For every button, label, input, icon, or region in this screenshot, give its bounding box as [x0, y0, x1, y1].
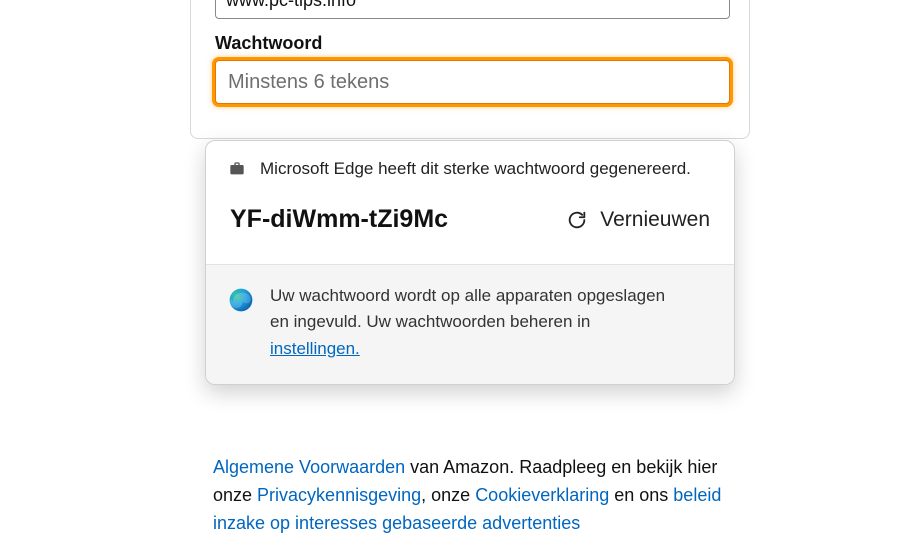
popup-header: Microsoft Edge heeft dit sterke wachtwoo…: [206, 141, 734, 189]
terms-link-general[interactable]: Algemene Voorwaarden: [213, 457, 405, 477]
password-field-block: Wachtwoord: [215, 33, 725, 104]
generated-password-text[interactable]: YF-diWmm-tZi9Mc: [230, 205, 448, 234]
signup-form-panel: Wachtwoord: [190, 0, 750, 139]
footer-text-before: Uw wachtwoord wordt op alle apparaten op…: [270, 286, 665, 331]
popup-body: YF-diWmm-tZi9Mc Vernieuwen: [206, 189, 734, 264]
briefcase-icon: [228, 161, 246, 177]
password-label: Wachtwoord: [215, 33, 725, 54]
popup-header-text: Microsoft Edge heeft dit sterke wachtwoo…: [260, 159, 691, 179]
refresh-icon: [566, 209, 588, 231]
website-field-block: [215, 0, 725, 19]
terms-paragraph: Algemene Voorwaarden van Amazon. Raadple…: [213, 454, 733, 538]
popup-footer: Uw wachtwoord wordt op alle apparaten op…: [206, 264, 734, 384]
terms-link-privacy[interactable]: Privacykennisgeving: [257, 485, 421, 505]
refresh-label: Vernieuwen: [600, 208, 710, 232]
popup-footer-text: Uw wachtwoord wordt op alle apparaten op…: [270, 283, 670, 362]
password-generator-popup: Microsoft Edge heeft dit sterke wachtwoo…: [205, 140, 735, 385]
website-input[interactable]: [215, 0, 730, 19]
edge-icon: [228, 287, 254, 313]
password-input[interactable]: [215, 60, 730, 104]
terms-text-3: en ons: [609, 485, 673, 505]
terms-link-cookie[interactable]: Cookieverklaring: [475, 485, 609, 505]
refresh-button[interactable]: Vernieuwen: [566, 208, 710, 232]
terms-text-2: , onze: [421, 485, 475, 505]
settings-link[interactable]: instellingen.: [270, 339, 360, 358]
